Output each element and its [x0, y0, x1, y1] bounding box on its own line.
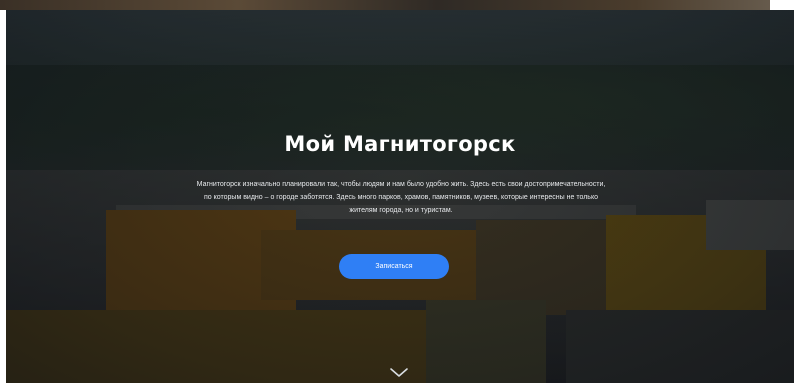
top-strip-gap [770, 0, 794, 10]
hero-cta-button[interactable]: Записаться [339, 254, 449, 279]
chevron-down-icon[interactable] [387, 366, 411, 380]
hero-section: Мой Магнитогорск Магнитогорск изначально… [6, 10, 794, 383]
previous-section-strip [0, 0, 794, 10]
hero-content: Мой Магнитогорск Магнитогорск изначально… [6, 10, 794, 383]
hero-description: Магнитогорск изначально планировали так,… [196, 181, 606, 214]
page: Мой Магнитогорск Магнитогорск изначально… [0, 0, 794, 383]
chevron-down-icon-svg [390, 368, 408, 377]
hero-title: Мой Магнитогорск [284, 132, 516, 156]
